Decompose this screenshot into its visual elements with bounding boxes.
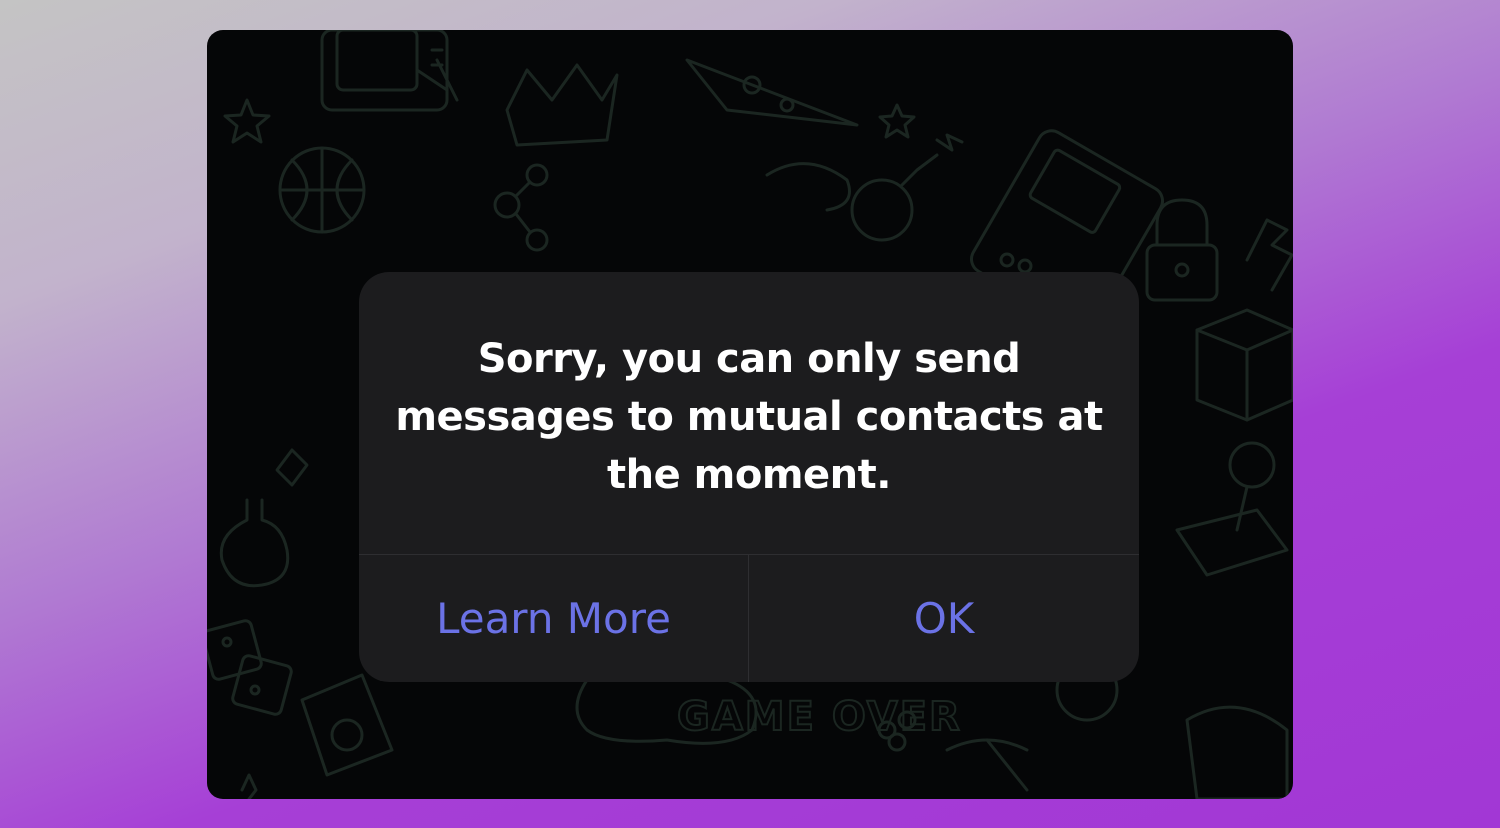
rubiks-cube-icon	[1195, 308, 1293, 422]
floppy-disk-icon	[300, 673, 394, 777]
potion-flask-icon	[219, 448, 309, 588]
pizza-icon	[685, 58, 859, 127]
joystick-icon	[1175, 441, 1289, 577]
alert-dialog: Sorry, you can only send messages to mut…	[359, 272, 1139, 682]
flag-icon	[1245, 218, 1293, 292]
padlock-icon	[1145, 198, 1219, 302]
molecule-icon	[493, 163, 549, 252]
dice-icon	[207, 619, 293, 716]
ok-button[interactable]: OK	[749, 555, 1139, 682]
bomb-icon	[850, 133, 964, 242]
phone-screen: GAME OVER Sorry, you can only send messa…	[207, 30, 1293, 799]
crown-icon	[505, 63, 619, 147]
game-over-watermark: GAME OVER	[677, 694, 962, 740]
pickaxe-icon	[945, 738, 1029, 792]
basketball-icon	[278, 146, 366, 234]
television-icon	[320, 30, 449, 112]
alert-message: Sorry, you can only send messages to mut…	[395, 336, 1103, 498]
learn-more-button[interactable]: Learn More	[359, 555, 748, 682]
